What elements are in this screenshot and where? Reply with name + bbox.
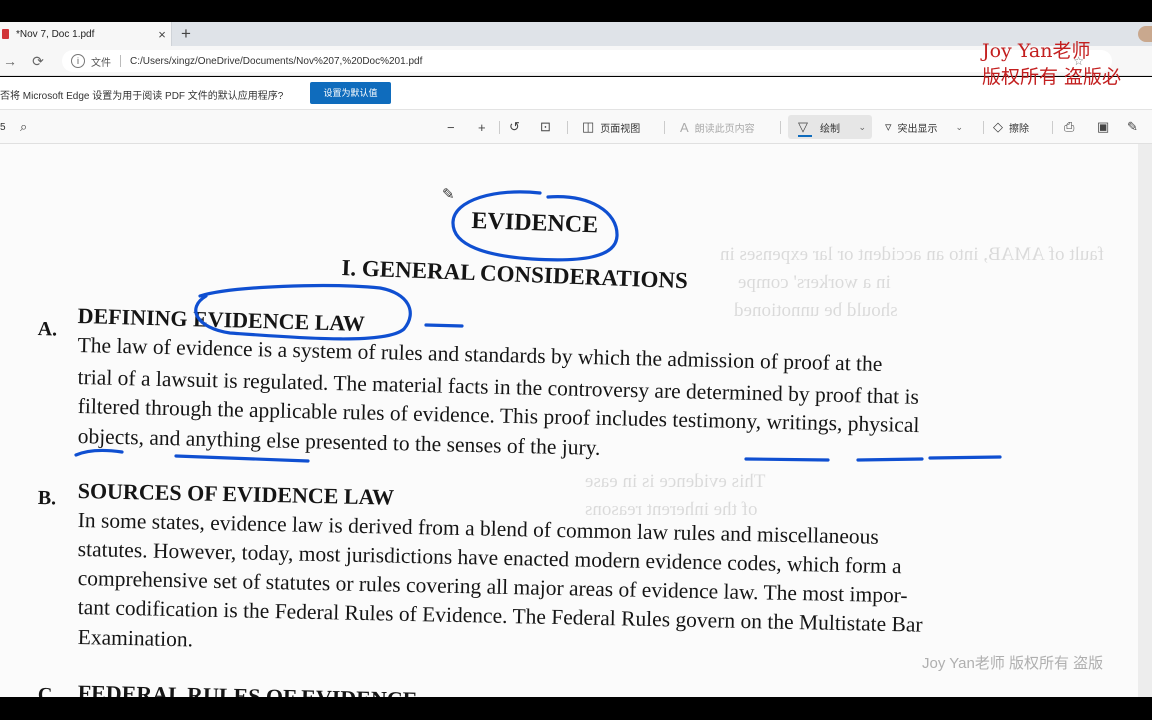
pdf-toolbar: 5 ⌕ − + ↺ ⊡ ◫ 页面视图 A 朗读此页内容 ▽ 绘制 ⌄ ▿ 突出显示 ⌄ … (0, 110, 1152, 144)
tab-close-icon[interactable]: × (153, 27, 171, 42)
screen-top-border (0, 0, 1152, 22)
save-icon[interactable]: ▣ (1097, 110, 1115, 144)
tab-strip: *Nov 7, Doc 1.pdf × + (0, 22, 1152, 46)
highlight-label: 突出显示 (897, 123, 938, 135)
print-icon[interactable]: ⎙ (1064, 110, 1080, 144)
url-text: C:/Users/xingz/OneDrive/Documents/Nov%20… (130, 55, 423, 67)
page-view-icon: ◫ (582, 119, 595, 134)
toolbar-divider (1052, 121, 1053, 134)
toolbar-divider (567, 121, 568, 134)
document-title: EVIDENCE (471, 208, 599, 239)
forward-arrow-icon[interactable]: → (0, 52, 20, 70)
bleed-through-text: in a workers' compe (738, 272, 891, 293)
save-as-icon[interactable]: ✎ (1127, 110, 1144, 144)
page-number-field[interactable]: 5 (0, 110, 6, 144)
highlight-button[interactable]: ▿ 突出显示 ⌄ (885, 110, 963, 144)
profile-avatar[interactable] (1138, 26, 1152, 42)
bleed-through-text: fault of AMAB, into an accident or lar e… (720, 244, 1105, 265)
highlight-icon: ▿ (885, 119, 892, 134)
vertical-scrollbar[interactable] (1138, 144, 1152, 697)
new-tab-button[interactable]: + (176, 23, 196, 45)
screen-bottom-border (0, 697, 1152, 720)
read-aloud-button[interactable]: A 朗读此页内容 (680, 110, 755, 144)
toolbar-divider (664, 121, 665, 134)
pdf-file-icon (2, 29, 9, 39)
toolbar-divider (499, 121, 500, 134)
pen-cursor-icon: ✎ (442, 186, 455, 203)
rotate-icon[interactable]: ↺ (509, 110, 526, 144)
bleed-through-text: should be unnotioned (734, 300, 898, 321)
watermark-line1: Joy Yan老师 (982, 40, 1091, 62)
default-app-infobar: 否将 Microsoft Edge 设置为用于阅读 PDF 文件的默认应用程序?… (0, 77, 1152, 110)
page-view-button[interactable]: ◫ 页面视图 (582, 110, 640, 144)
zoom-out-icon[interactable]: − (447, 110, 461, 144)
bleed-through-text: This evidence is in ease (585, 471, 766, 492)
watermark-top: Joy Yan老师 版权所有 盗版必 (982, 38, 1121, 90)
info-icon[interactable]: i (71, 54, 85, 68)
find-icon[interactable]: ⌕ (20, 110, 33, 144)
read-aloud-label: 朗读此页内容 (694, 123, 755, 135)
url-scheme-label: 文件 (91, 57, 111, 69)
read-aloud-icon: A (680, 119, 689, 135)
chevron-down-icon[interactable]: ⌄ (858, 122, 866, 133)
eraser-icon: ◇ (993, 119, 1003, 134)
page-number: 5 (0, 121, 6, 133)
zoom-in-icon[interactable]: + (478, 110, 492, 144)
erase-button[interactable]: ◇ 擦除 (993, 110, 1029, 144)
infobar-message: 否将 Microsoft Edge 设置为用于阅读 PDF 文件的默认应用程序? (0, 91, 284, 102)
watermark-line2: 版权所有 盗版必 (982, 66, 1122, 88)
watermark-bottom: Joy Yan老师 版权所有 盗版 (922, 655, 1104, 672)
draw-label: 绘制 (820, 123, 840, 135)
fit-page-icon[interactable]: ⊡ (540, 110, 557, 144)
draw-button[interactable]: ▽ 绘制 ⌄ (788, 115, 872, 139)
erase-label: 擦除 (1009, 123, 1029, 135)
address-bar: → ⟳ i 文件 C:/Users/xingz/OneDrive/Documen… (0, 46, 1152, 76)
url-field[interactable]: i 文件 C:/Users/xingz/OneDrive/Documents/N… (62, 50, 1112, 72)
page-view-label: 页面视图 (600, 123, 641, 135)
toolbar-divider (983, 121, 984, 134)
tab-title: *Nov 7, Doc 1.pdf (16, 28, 95, 40)
chevron-down-icon[interactable]: ⌄ (956, 122, 964, 133)
bleed-through-text: of the inherent reasons (585, 499, 758, 520)
url-divider (120, 55, 121, 67)
section-letter-b: B. (37, 487, 57, 510)
refresh-icon[interactable]: ⟳ (28, 52, 48, 70)
draw-pen-icon: ▽ (798, 119, 808, 134)
toolbar-divider (780, 121, 781, 134)
set-default-button[interactable]: 设置为默认值 (310, 82, 391, 104)
draw-color-underline (798, 135, 812, 137)
paragraph-line: Examination. (77, 625, 194, 652)
tab-pdf-document[interactable]: *Nov 7, Doc 1.pdf × (0, 22, 172, 46)
section-letter-a: A. (37, 318, 58, 341)
